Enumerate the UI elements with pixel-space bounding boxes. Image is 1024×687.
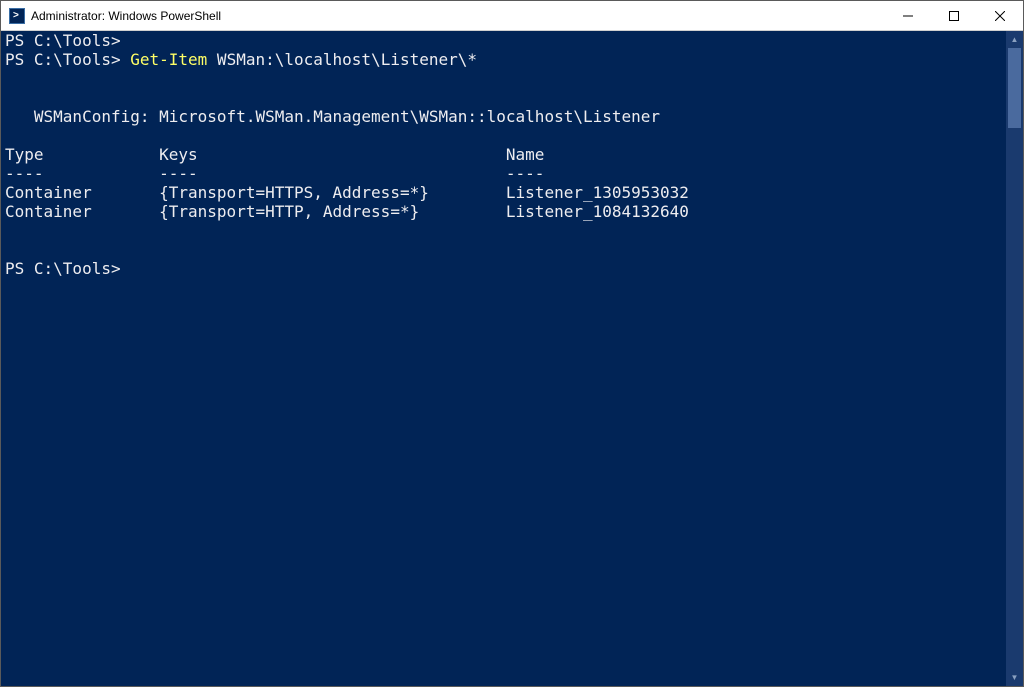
scrollbar-track-space[interactable] <box>1006 48 1023 669</box>
powershell-window: Administrator: Windows PowerShell PS C:\… <box>0 0 1024 687</box>
close-icon <box>995 11 1005 21</box>
window-controls <box>885 1 1023 30</box>
powershell-icon <box>9 8 25 24</box>
table-row: Container {Transport=HTTP, Address=*} Li… <box>5 202 689 221</box>
cmd-argument: WSMan:\localhost\Listener\* <box>207 50 477 69</box>
close-button[interactable] <box>977 1 1023 30</box>
vertical-scrollbar[interactable]: ▲ ▼ <box>1006 31 1023 686</box>
scrollbar-thumb[interactable] <box>1008 48 1021 128</box>
prompt-line: PS C:\Tools> <box>5 259 121 278</box>
cmdlet-token: Get-Item <box>130 50 207 69</box>
scroll-up-arrow-icon[interactable]: ▲ <box>1006 31 1023 48</box>
table-rule: ---- ---- ---- <box>5 164 544 183</box>
maximize-button[interactable] <box>931 1 977 30</box>
table-row: Container {Transport=HTTPS, Address=*} L… <box>5 183 689 202</box>
prompt-line: PS C:\Tools> <box>5 50 130 69</box>
scroll-down-arrow-icon[interactable]: ▼ <box>1006 669 1023 686</box>
terminal-output[interactable]: PS C:\Tools> PS C:\Tools> Get-Item WSMan… <box>1 31 1006 686</box>
prompt-line: PS C:\Tools> <box>5 31 121 50</box>
maximize-icon <box>949 11 959 21</box>
minimize-button[interactable] <box>885 1 931 30</box>
minimize-icon <box>903 11 913 21</box>
titlebar[interactable]: Administrator: Windows PowerShell <box>1 1 1023 31</box>
wsman-config-header: WSManConfig: Microsoft.WSMan.Management\… <box>5 107 660 126</box>
client-area: PS C:\Tools> PS C:\Tools> Get-Item WSMan… <box>1 31 1023 686</box>
window-title: Administrator: Windows PowerShell <box>31 9 885 23</box>
table-header: Type Keys Name <box>5 145 544 164</box>
